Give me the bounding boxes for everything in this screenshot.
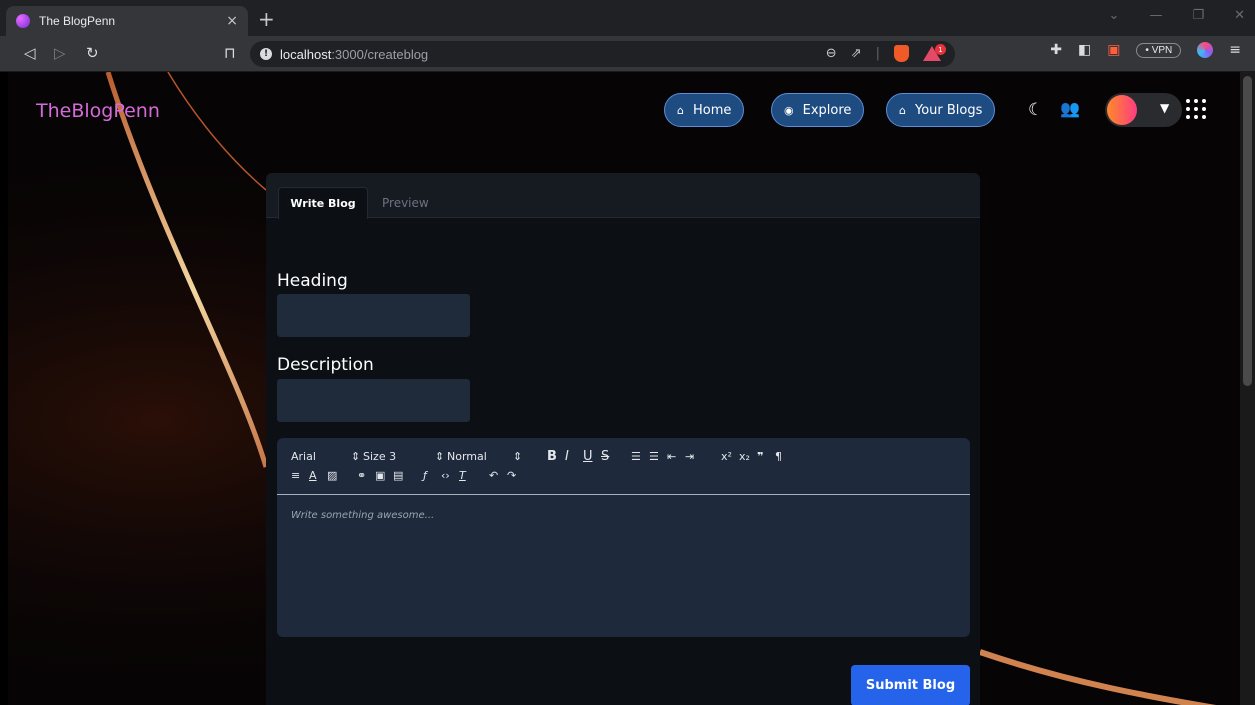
heading-label: Heading — [277, 271, 348, 291]
nav-explore-label: Explore — [802, 102, 852, 118]
restore-icon[interactable]: ❐ — [1192, 8, 1204, 23]
browser-tab[interactable]: The BlogPenn × — [6, 6, 248, 36]
redo-icon[interactable]: ↷ — [507, 469, 525, 482]
italic-icon[interactable]: I — [565, 449, 583, 464]
url-host: localhost — [280, 46, 332, 62]
new-tab-icon[interactable]: + — [258, 7, 275, 31]
bold-icon[interactable]: B — [547, 449, 565, 464]
formula-icon[interactable]: ƒ — [423, 469, 441, 482]
wallet-icon[interactable]: ▣ — [1107, 42, 1120, 58]
address-bar[interactable]: ! localhost :3000/createblog ⊖ ⇗ | 1 — [250, 41, 955, 67]
vpn-button[interactable]: • VPN — [1136, 42, 1182, 58]
tab-close-icon[interactable]: × — [226, 13, 238, 29]
subscript-icon[interactable]: x₂ — [739, 450, 757, 463]
site-info-icon[interactable]: ! — [260, 48, 272, 60]
users-icon[interactable]: 👥 — [1060, 99, 1080, 118]
nav-home-label: Home — [692, 102, 732, 118]
text-color-icon[interactable]: A — [309, 469, 327, 482]
sidebar-icon[interactable]: ◧ — [1078, 42, 1091, 58]
compass-icon: ◉ — [784, 103, 794, 117]
address-bar-actions: ⊖ ⇗ | 1 — [826, 44, 946, 62]
brand-logo[interactable]: TheBlogPenn — [36, 100, 160, 122]
blockquote-icon[interactable]: ❞ — [757, 450, 775, 463]
tab-title: The BlogPenn — [39, 14, 116, 28]
undo-icon[interactable]: ↶ — [489, 469, 507, 482]
heading-input[interactable] — [277, 294, 470, 337]
close-window-icon[interactable]: ✕ — [1234, 8, 1245, 23]
back-icon[interactable]: ◁ — [24, 44, 36, 62]
menu-icon[interactable]: ≡ — [1229, 42, 1241, 58]
favicon-icon — [16, 14, 30, 28]
outdent-icon[interactable]: ⇤ — [667, 450, 685, 463]
underline-icon[interactable]: U — [583, 449, 601, 464]
submit-blog-button[interactable]: Submit Blog — [851, 665, 970, 705]
tab-preview[interactable]: Preview — [382, 196, 429, 210]
style-select[interactable]: Normal — [447, 450, 513, 463]
url-path: :3000/createblog — [331, 46, 429, 62]
image-icon[interactable]: ▣ — [375, 469, 393, 482]
tab-search-icon[interactable]: ⌄ — [1109, 8, 1120, 23]
toolbar-row-1: Arial ⇕ Size 3 ⇕ Normal ⇕ B I U S ☰ ☰ ⇤ … — [291, 449, 793, 464]
bookmark-icon[interactable]: ⊓ — [224, 44, 236, 62]
extension-icons: ✚ ◧ ▣ • VPN ≡ — [1050, 42, 1241, 58]
video-icon[interactable]: ▤ — [393, 469, 423, 482]
browser-tab-bar: The BlogPenn × + ⌄ — ❐ ✕ — [0, 0, 1255, 36]
editor-toolbar: Arial ⇕ Size 3 ⇕ Normal ⇕ B I U S ☰ ☰ ⇤ … — [277, 438, 970, 495]
ordered-list-icon[interactable]: ☰ — [631, 450, 649, 463]
description-input[interactable] — [277, 379, 470, 422]
page-scrollbar[interactable] — [1240, 72, 1255, 705]
reload-icon[interactable]: ↻ — [86, 44, 99, 62]
align-icon[interactable]: ≡ — [291, 469, 309, 482]
size-select[interactable]: Size 3 — [363, 450, 435, 463]
indent-icon[interactable]: ⇥ — [685, 450, 721, 463]
font-select[interactable]: Arial — [291, 450, 351, 463]
browser-toolbar: ◁ ▷ ↻ ⊓ ! localhost :3000/createblog ⊖ ⇗… — [0, 36, 1255, 72]
nav-explore-button[interactable]: ◉ Explore — [771, 93, 865, 127]
forward-icon[interactable]: ▷ — [54, 44, 66, 62]
brave-rewards-icon[interactable]: 1 — [923, 44, 946, 61]
nav-your-blogs-label: Your Blogs — [914, 102, 983, 118]
style-select-arrow-icon: ⇕ — [513, 450, 523, 463]
nav-your-blogs-button[interactable]: ⌂ Your Blogs — [886, 93, 996, 127]
background-color-icon[interactable]: ▨ — [327, 469, 357, 482]
link-icon[interactable]: ⚭ — [357, 469, 375, 482]
profile-icon[interactable] — [1197, 42, 1214, 58]
share-icon[interactable]: ⇗ — [851, 46, 862, 61]
page-viewport: TheBlogPenn ⌂ Home ◉ Explore ⌂ Your Blog… — [8, 72, 1240, 705]
avatar — [1107, 95, 1137, 125]
superscript-icon[interactable]: x² — [721, 450, 739, 463]
bullet-list-icon[interactable]: ☰ — [649, 450, 667, 463]
chevron-down-icon: ▼ — [1160, 101, 1170, 115]
size-select-arrow-icon: ⇕ — [435, 450, 445, 463]
home-icon: ⌂ — [899, 103, 906, 117]
rich-text-editor: Arial ⇕ Size 3 ⇕ Normal ⇕ B I U S ☰ ☰ ⇤ … — [277, 438, 970, 637]
extensions-icon[interactable]: ✚ — [1050, 42, 1062, 58]
blog-editor-card: Write Blog Preview Heading Description A… — [266, 173, 980, 705]
rewards-badge: 1 — [935, 44, 946, 55]
scrollbar-thumb[interactable] — [1243, 76, 1252, 386]
strikethrough-icon[interactable]: S — [601, 449, 631, 464]
brave-shields-icon[interactable] — [894, 45, 909, 62]
home-icon: ⌂ — [677, 103, 684, 117]
separator: | — [875, 46, 880, 61]
description-label: Description — [277, 355, 374, 375]
nav-home-button[interactable]: ⌂ Home — [664, 93, 745, 127]
text-direction-icon[interactable]: ¶ — [775, 450, 793, 463]
minimize-icon[interactable]: — — [1149, 8, 1162, 23]
theme-toggle-moon-icon[interactable]: ☾ — [1028, 100, 1043, 120]
window-controls: ⌄ — ❐ ✕ — [1109, 8, 1245, 23]
editor-tabs: Write Blog Preview — [266, 173, 980, 219]
clear-format-icon[interactable]: T — [459, 469, 489, 482]
profile-dropdown[interactable]: ▼ — [1105, 93, 1182, 127]
apps-grid-icon[interactable] — [1186, 99, 1206, 119]
font-select-arrow-icon: ⇕ — [351, 450, 361, 463]
zoom-icon[interactable]: ⊖ — [826, 46, 837, 61]
editor-content-placeholder[interactable]: Write something awesome... — [291, 510, 434, 521]
tab-write-blog[interactable]: Write Blog — [278, 187, 368, 219]
code-block-icon[interactable]: ‹› — [441, 469, 459, 482]
toolbar-row-2: ≡ A ▨ ⚭ ▣ ▤ ƒ ‹› T ↶ ↷ — [291, 469, 525, 482]
